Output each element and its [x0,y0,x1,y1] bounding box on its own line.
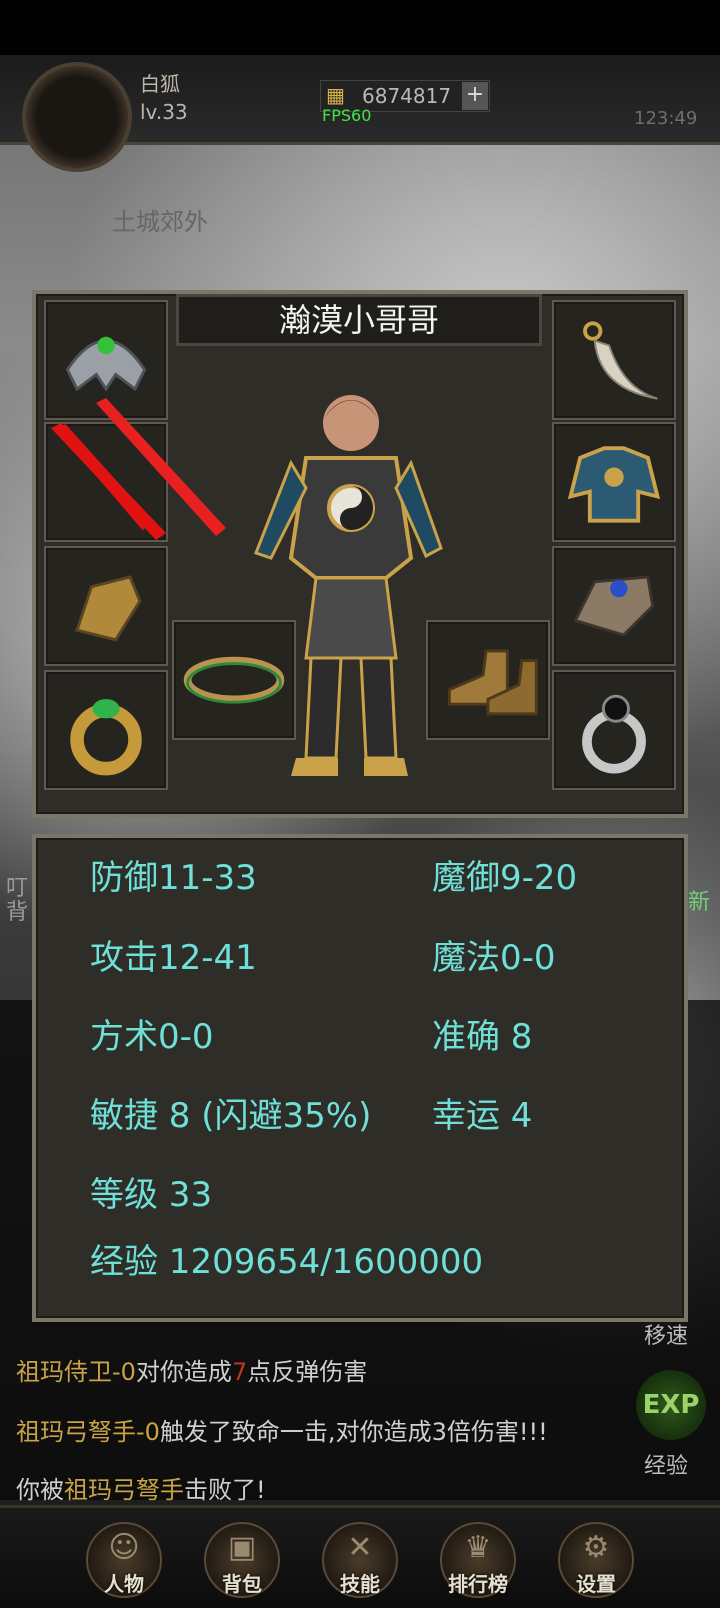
chat-text: 击败了! [184,1476,266,1504]
ring-icon [582,694,646,774]
claw-icon [573,575,655,637]
stat-magic: 魔法0-0 [432,938,556,978]
nav-skills-label[interactable]: 技能 [310,1568,410,1597]
stat-magic-defense: 魔御9-20 [432,858,578,898]
right-hint: 新 [688,890,711,915]
right-ring-slot[interactable] [552,670,676,790]
stat-luck: 幸运 4 [432,1096,533,1136]
fps-counter: FPS60 [322,106,372,125]
chat-line-reflect: 祖玛侍卫-0对你造成7点反弹伤害 [16,1352,367,1387]
chat-line-defeat: 你被祖玛弓弩手击败了! [16,1470,266,1505]
ring-icon [70,699,142,776]
chat-text: 对你造成 [135,1358,232,1386]
stat-attack: 攻击12-41 [90,938,257,978]
character-model [254,395,443,776]
left-ring-slot[interactable] [44,670,168,790]
stat-defense: 防御11-33 [90,858,257,898]
move-speed-label[interactable]: 移速 [644,1318,688,1350]
stat-agility: 敏捷 8 (闪避35%) [90,1096,372,1136]
stat-taoism: 方术0-0 [90,1017,214,1057]
player-name: 白狐 [140,72,180,96]
character-icon: ☺ [108,1530,140,1565]
stat-accuracy: 准确 8 [432,1017,533,1057]
exp-badge-button[interactable]: EXP [636,1370,706,1440]
right-bracer-slot[interactable] [552,546,676,666]
player-avatar[interactable] [22,62,132,172]
chat-text: 触发了致命一击,对你造成3倍伤害!!! [159,1418,548,1446]
nav-bag-label[interactable]: 背包 [192,1568,292,1597]
chat-text: 点反弹伤害 [247,1358,368,1386]
chat-monster-name: 祖玛弓弩手 [64,1476,184,1504]
map-name: 土城郊外 [112,208,208,236]
ranking-icon: ♛ [464,1530,492,1565]
weapon-sword-display [51,398,226,540]
map-coordinates: 123:49 [634,108,698,129]
character-name: 瀚漠小哥哥 [278,301,439,339]
armor-slot[interactable] [552,422,676,542]
character-name-bar: 瀚漠小哥哥 [176,294,542,346]
skills-icon: ✕ [347,1530,373,1565]
game-screen: 白狐 lv.33 ▦ 6874817 + FPS60 123:49 土城郊外 瀚… [0,0,720,1608]
nav-character-label[interactable]: 人物 [74,1568,174,1597]
chat-monster-name: 祖玛侍卫-0 [16,1358,136,1386]
bag-icon: ▣ [227,1530,257,1565]
stat-experience: 经验 1209654/1600000 [90,1242,484,1282]
left-hint-2: 背 [6,900,29,925]
armor-icon [567,446,661,523]
stat-level: 等级 33 [90,1175,213,1215]
necklace-slot[interactable] [552,300,676,420]
gold-icon: ▦ [326,83,345,107]
chat-text: 你被 [16,1476,64,1504]
bracer-icon [75,575,142,642]
player-level: lv.33 [140,100,188,124]
chat-line-crit: 祖玛弓弩手-0触发了致命一击,对你造成3倍伤害!!! [16,1412,548,1447]
chat-monster-name: 祖玛弓弩手-0 [16,1418,160,1446]
gear-icon: ⚙ [582,1530,610,1565]
add-gold-button[interactable]: + [462,82,488,110]
left-bracer-slot[interactable] [44,546,168,666]
chat-damage-value: 7 [231,1358,248,1386]
nav-ranking-label[interactable]: 排行榜 [428,1568,528,1597]
necklace-icon [583,321,658,400]
exp-label[interactable]: 经验 [644,1448,688,1480]
gold-value: 6874817 [362,84,452,108]
nav-settings-label[interactable]: 设置 [546,1568,646,1597]
